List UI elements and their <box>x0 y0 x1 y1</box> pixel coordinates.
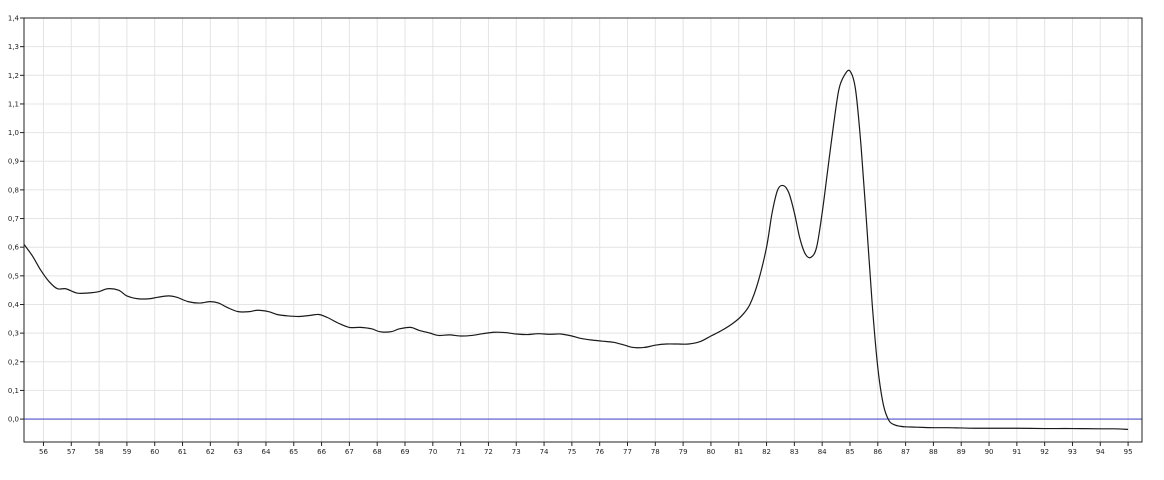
x-tick-label: 84 <box>818 448 827 456</box>
y-tick-label: 0,4 <box>8 301 20 309</box>
y-tick-label: 1,2 <box>8 72 19 80</box>
x-tick-label: 75 <box>567 448 576 456</box>
x-tick-label: 90 <box>985 448 994 456</box>
y-tick-label: 0,0 <box>8 416 19 424</box>
x-tick-label: 91 <box>1012 448 1021 456</box>
x-tick-label: 70 <box>428 448 437 456</box>
x-tick-label: 92 <box>1040 448 1049 456</box>
x-tick-label: 63 <box>234 448 243 456</box>
x-tick-label: 88 <box>929 448 938 456</box>
series-line <box>23 69 1129 430</box>
x-tick-label: 69 <box>401 448 410 456</box>
x-tick-label: 59 <box>122 448 131 456</box>
series-layer <box>23 69 1129 430</box>
chart-canvas: 56 57 58 59 60 61 62 63 64 65 66 67 68 69 70 71 72 73 74 75… <box>8 15 1143 456</box>
x-tick-label: 81 <box>734 448 743 456</box>
x-tick-label: 62 <box>206 448 215 456</box>
melt-curve-chart: 56 57 58 59 60 61 62 63 64 65 66 67 68 69 70 71 72 73 74 75… <box>0 0 1164 476</box>
x-tick-label: 86 <box>873 448 882 456</box>
x-tick-label: 82 <box>762 448 771 456</box>
x-tick-label: 78 <box>651 448 660 456</box>
x-tick-label: 95 <box>1124 448 1133 456</box>
x-tick-label: 56 <box>39 448 48 456</box>
y-tick-label: 0,8 <box>8 186 19 194</box>
y-tick-label: 0,1 <box>8 387 19 395</box>
x-tick-label: 76 <box>595 448 604 456</box>
y-tick-label: 0,9 <box>8 158 19 166</box>
y-tick-label: 0,2 <box>8 358 19 366</box>
y-tick-label: 0,7 <box>8 215 19 223</box>
x-tick-label: 74 <box>540 448 549 456</box>
x-tick-label: 72 <box>484 448 493 456</box>
y-tick-label: 1,0 <box>8 129 19 137</box>
x-tick-label: 94 <box>1096 448 1105 456</box>
x-tick-label: 64 <box>261 448 270 456</box>
x-axis: 56 57 58 59 60 61 62 63 64 65 66 67 68 69 70 71 72 73 74 75… <box>39 442 1133 456</box>
x-tick-label: 77 <box>623 448 632 456</box>
x-tick-label: 57 <box>67 448 76 456</box>
x-tick-label: 85 <box>846 448 855 456</box>
x-tick-label: 73 <box>512 448 521 456</box>
x-tick-label: 93 <box>1068 448 1077 456</box>
x-tick-label: 66 <box>317 448 326 456</box>
x-tick-label: 65 <box>289 448 298 456</box>
x-tick-label: 79 <box>679 448 688 456</box>
x-tick-label: 61 <box>178 448 187 456</box>
x-tick-label: 71 <box>456 448 465 456</box>
x-tick-label: 60 <box>150 448 159 456</box>
grid <box>24 17 1142 442</box>
x-tick-label: 83 <box>790 448 799 456</box>
y-tick-label: 0,6 <box>8 244 20 252</box>
plot-frame <box>23 17 1143 443</box>
x-tick-label: 89 <box>957 448 966 456</box>
x-tick-label: 80 <box>706 448 715 456</box>
x-tick-label: 68 <box>373 448 382 456</box>
y-axis: 0,0 0,1 0,2 0,3 0,4 0,5 0,6 0,7 0,8 0,9 1,0 1,1 1,2 1… <box>8 15 24 424</box>
x-tick-label: 58 <box>95 448 104 456</box>
y-tick-label: 1,4 <box>8 15 20 23</box>
y-tick-label: 1,1 <box>8 100 19 108</box>
y-tick-label: 0,3 <box>8 330 19 338</box>
y-tick-label: 0,5 <box>8 272 19 280</box>
x-tick-label: 67 <box>345 448 354 456</box>
y-tick-label: 1,3 <box>8 43 19 51</box>
x-tick-label: 87 <box>901 448 910 456</box>
